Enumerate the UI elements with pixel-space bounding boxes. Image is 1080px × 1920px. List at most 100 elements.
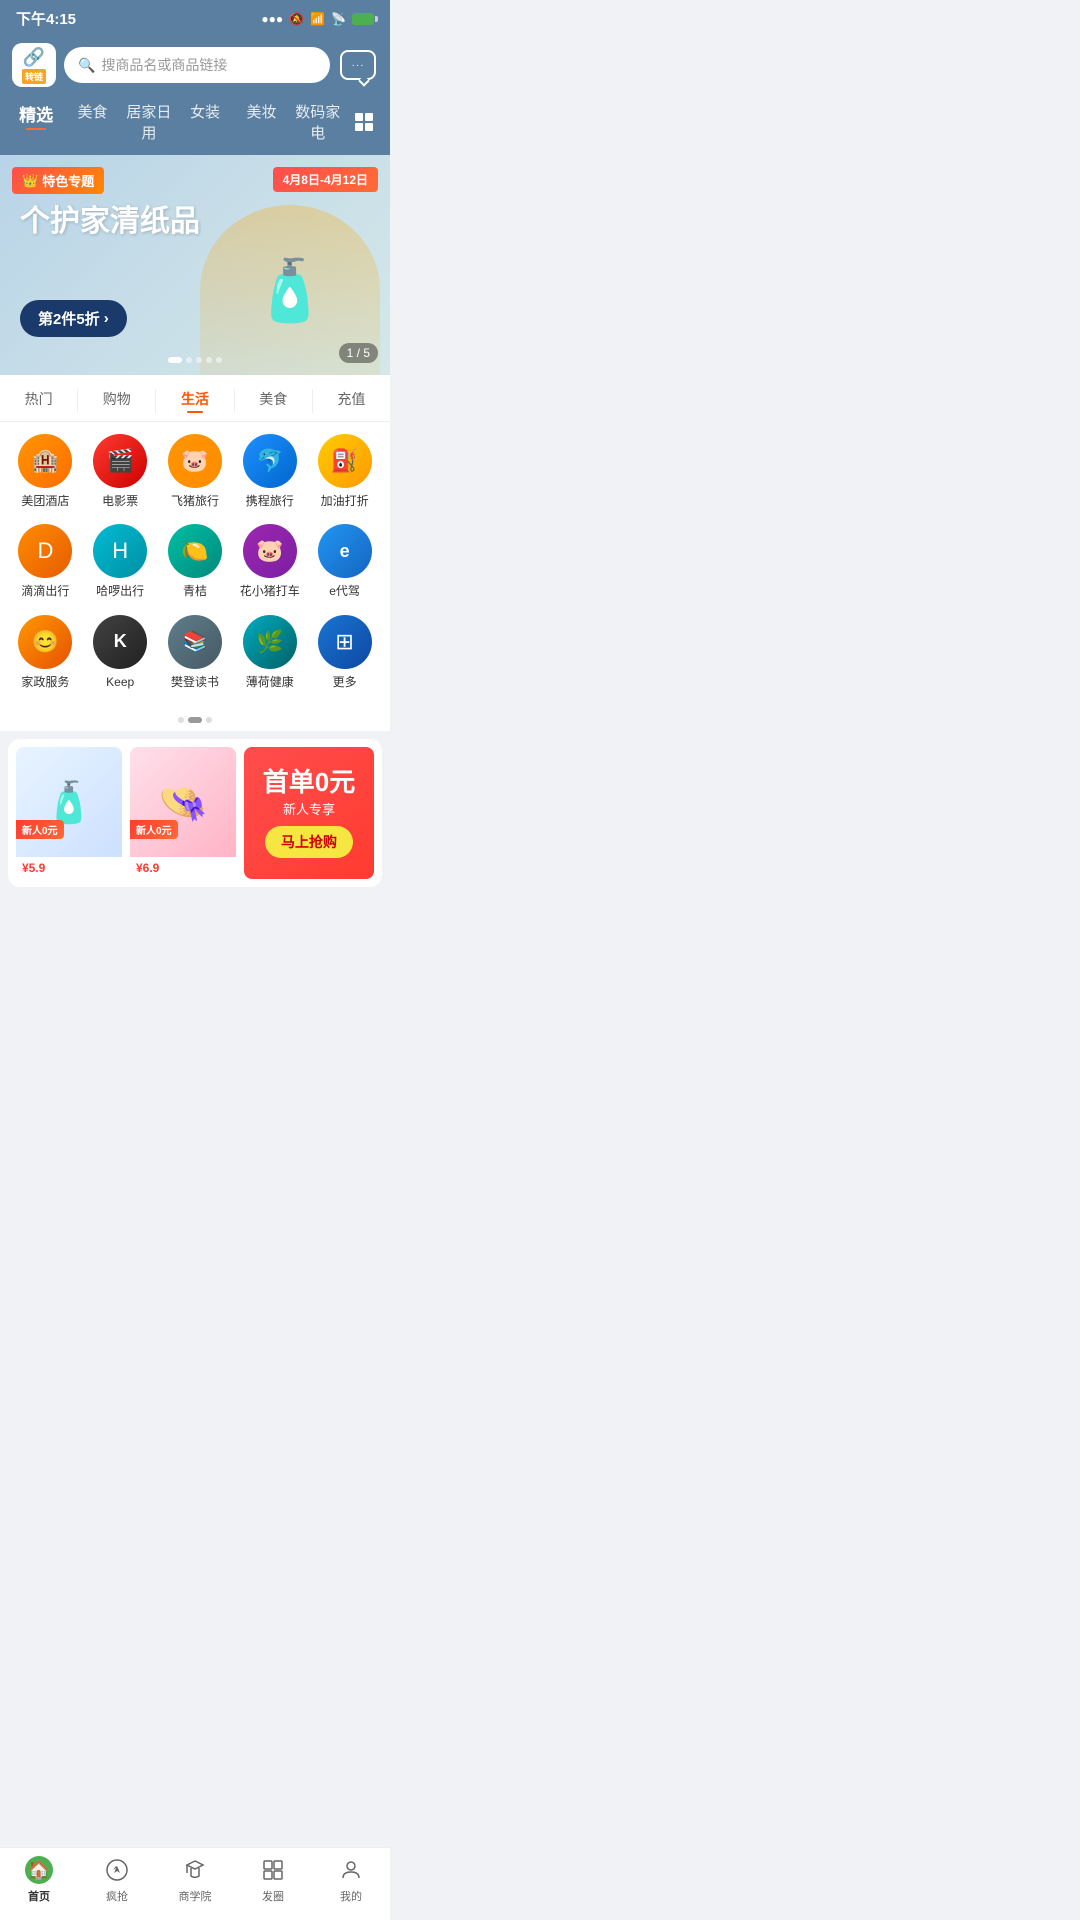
app-item-huaxiaozhu[interactable]: 🐷 花小猪打车 [236, 524, 304, 598]
search-icon: 🔍 [78, 57, 95, 74]
app-item-xiecheng[interactable]: 🐬 携程旅行 [236, 434, 304, 508]
app-icon-gas: ⛽ [318, 434, 372, 488]
app-item-movie[interactable]: 🎬 电影票 [86, 434, 154, 508]
app-icon-more: ⊞ [318, 615, 372, 669]
app-icon-huaxiaozhu: 🐷 [243, 524, 297, 578]
app-icon-fandeng: 📚 [168, 615, 222, 669]
dot-2 [186, 357, 192, 363]
app-item-bohe[interactable]: 🌿 薄荷健康 [236, 615, 304, 689]
status-time: 下午4:15 [16, 8, 76, 29]
tab-digital[interactable]: 数码家电 [290, 97, 346, 147]
status-right: ●●● 🔕 📶 📡 [261, 12, 374, 26]
product-card-2[interactable]: 👒 新人0元 ¥6.9 [130, 747, 236, 879]
profile-icon [337, 1856, 365, 1884]
app-label-fandeng: 樊登读书 [171, 675, 219, 689]
bottom-tab-rush[interactable]: 疯抢 [78, 1856, 156, 1904]
promo-button[interactable]: 马上抢购 [265, 826, 353, 858]
app-label-gas: 加油打折 [321, 494, 369, 508]
battery-icon [352, 13, 374, 25]
app-item-didi[interactable]: D 滴滴出行 [11, 524, 79, 598]
app-item-heluo[interactable]: H 哈啰出行 [86, 524, 154, 598]
banner-indicator: 1 / 5 [339, 343, 378, 363]
banner-title-text: 个护家清纸品 [20, 205, 200, 238]
bottom-label-rush: 疯抢 [106, 1888, 128, 1904]
tab-meizhuang[interactable]: 美妆 [233, 97, 289, 147]
cat-tab-chongzhi[interactable]: 充值 [313, 385, 390, 417]
bottom-tab-home[interactable]: 🏠 首页 [0, 1856, 78, 1904]
promo-main-text: 首单0元 [263, 769, 355, 795]
app-item-jiajing[interactable]: 😊 家政服务 [11, 615, 79, 689]
bottom-tab-circle[interactable]: 发圈 [234, 1856, 312, 1904]
app-icon-qingju: 🍋 [168, 524, 222, 578]
app-row-1: 🏨 美团酒店 🎬 电影票 🐷 飞猪旅行 🐬 携程旅行 ⛽ 加油 [8, 434, 382, 508]
product-section: 🧴 新人0元 ¥5.9 👒 新人0元 ¥6.9 首单0元 新人专享 马上抢购 [8, 739, 382, 887]
promo-sub-text: 新人专享 [283, 799, 335, 818]
bottom-tab-school[interactable]: 商学院 [156, 1856, 234, 1904]
app-item-meituan[interactable]: 🏨 美团酒店 [11, 434, 79, 508]
search-bar[interactable]: 🔍 搜商品名或商品链接 [64, 47, 330, 83]
tab-nvzhuang[interactable]: 女装 [177, 97, 233, 147]
dot-5 [216, 357, 222, 363]
banner-cta-button[interactable]: 第2件5折 › [20, 300, 127, 337]
banner-dots [168, 357, 222, 363]
app-item-feizhu[interactable]: 🐷 飞猪旅行 [161, 434, 229, 508]
app-item-more[interactable]: ⊞ 更多 [311, 615, 379, 689]
app-label-qingju: 青桔 [183, 584, 207, 598]
app-label-movie: 电影票 [102, 494, 138, 508]
chat-button[interactable]: ··· [338, 45, 378, 85]
tab-jujia[interactable]: 居家日用 [121, 97, 177, 147]
tab-meishi[interactable]: 美食 [64, 97, 120, 147]
app-label-huaxiaozhu: 花小猪打车 [240, 584, 300, 598]
dot-1 [168, 357, 182, 363]
cat-tab-gouwu[interactable]: 购物 [78, 385, 155, 417]
banner: 👑 特色专题 4月8日-4月12日 个护家清纸品 第2件5折 › 🧴 1 / 5 [0, 155, 390, 375]
app-grid: 🏨 美团酒店 🎬 电影票 🐷 飞猪旅行 🐬 携程旅行 ⛽ 加油 [0, 422, 390, 713]
bottom-label-school: 商学院 [179, 1888, 212, 1904]
grid-icon [355, 113, 373, 131]
app-item-qingju[interactable]: 🍋 青桔 [161, 524, 229, 598]
app-item-fandeng[interactable]: 📚 樊登读书 [161, 615, 229, 689]
app-item-gas[interactable]: ⛽ 加油打折 [311, 434, 379, 508]
page-dots [0, 713, 390, 731]
product-cards: 🧴 新人0元 ¥5.9 👒 新人0元 ¥6.9 首单0元 新人专享 马上抢购 [16, 747, 374, 879]
app-label-jiajing: 家政服务 [21, 675, 69, 689]
cat-tab-meishi2[interactable]: 美食 [235, 385, 312, 417]
app-label-bohe: 薄荷健康 [246, 675, 294, 689]
new-badge-1: 新人0元 [16, 820, 64, 839]
app-item-edaijia[interactable]: e e代驾 [311, 524, 379, 598]
dot-4 [206, 357, 212, 363]
app-row-3: 😊 家政服务 K Keep 📚 樊登读书 🌿 薄荷健康 ⊞ 更多 [8, 615, 382, 689]
app-icon-jiajing: 😊 [18, 615, 72, 669]
logo-badge: 转链 [22, 69, 46, 84]
wifi-icon: 📡 [331, 12, 346, 26]
app-label-didi: 滴滴出行 [21, 584, 69, 598]
header: 🔗 转链 🔍 搜商品名或商品链接 ··· [0, 35, 390, 97]
product-card-1[interactable]: 🧴 新人0元 ¥5.9 [16, 747, 122, 879]
chat-dots: ··· [352, 60, 365, 71]
app-item-keep[interactable]: K Keep [86, 615, 154, 689]
logo-button[interactable]: 🔗 转链 [12, 43, 56, 87]
promo-card[interactable]: 首单0元 新人专享 马上抢购 [244, 747, 374, 879]
app-icon-heluo: H [93, 524, 147, 578]
app-icon-edaijia: e [318, 524, 372, 578]
cat-tab-remen[interactable]: 热门 [0, 385, 77, 417]
app-icon-meituan: 🏨 [18, 434, 72, 488]
new-badge-2: 新人0元 [130, 820, 178, 839]
nav-more-button[interactable] [346, 97, 382, 147]
app-label-feizhu: 飞猪旅行 [171, 494, 219, 508]
bottom-tab-profile[interactable]: 我的 [312, 1856, 390, 1904]
app-icon-xiecheng: 🐬 [243, 434, 297, 488]
product-img-2: 👒 [130, 747, 236, 857]
app-label-keep: Keep [106, 675, 134, 689]
tab-jingxuan[interactable]: 精选 [8, 97, 64, 147]
signal-dots: ●●● [261, 12, 283, 26]
app-label-meituan: 美团酒店 [21, 494, 69, 508]
app-icon-movie: 🎬 [93, 434, 147, 488]
rush-icon [103, 1856, 131, 1884]
bottom-label-profile: 我的 [340, 1888, 362, 1904]
cat-tab-shenghuo[interactable]: 生活 [156, 385, 233, 417]
category-tabs: 热门 购物 生活 美食 充值 [0, 375, 390, 422]
app-label-heluo: 哈啰出行 [96, 584, 144, 598]
bottom-nav: 🏠 首页 疯抢 商学院 [0, 1847, 390, 1920]
home-icon: 🏠 [25, 1856, 53, 1884]
